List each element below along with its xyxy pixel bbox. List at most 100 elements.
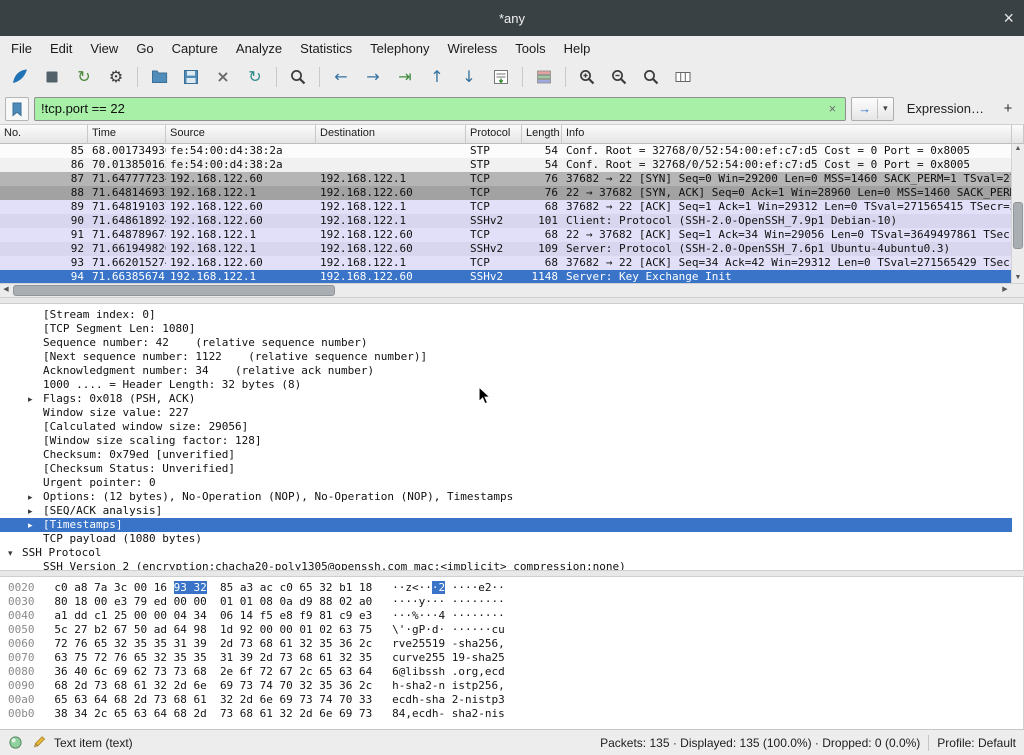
hex-row-0090[interactable]: 0090 68 2d 73 68 61 32 2d 6e 69 73 74 70… [8,679,1012,693]
packet-list-horizontal-scrollbar[interactable]: ◀ ▶ [0,283,1024,297]
packet-row-91[interactable]: 9171.648789678192.168.122.1192.168.122.6… [0,228,1011,242]
detail-row-8[interactable]: [Calculated window size: 29056] [0,420,1012,434]
scroll-up-icon[interactable]: ▲ [1012,144,1024,154]
status-profile[interactable]: Profile: Default [937,736,1016,750]
detail-row-9[interactable]: [Window size scaling factor: 128] [0,434,1012,448]
packet-row-85[interactable]: 8568.001734936fe:54:00:d4:38:2aSTP54Conf… [0,144,1011,158]
hex-row-0030[interactable]: 0030 80 18 00 e3 79 ed 00 00 01 01 08 0a… [8,595,1012,609]
detail-row-7[interactable]: Window size value: 227 [0,406,1012,420]
zoom-in-button[interactable] [572,64,602,90]
capture-comment-icon[interactable] [31,735,46,750]
hex-row-0050[interactable]: 0050 5c 27 b2 67 50 ad 64 98 1d 92 00 00… [8,623,1012,637]
detail-row-0[interactable]: [Stream index: 0] [0,308,1012,322]
go-to-packet-button[interactable]: ⇥ [390,64,420,90]
save-file-button[interactable] [176,64,206,90]
hex-row-0080[interactable]: 0080 36 40 6c 69 62 73 73 68 2e 6f 72 67… [8,665,1012,679]
zoom-out-button[interactable] [604,64,634,90]
detail-row-3[interactable]: [Next sequence number: 1122 (relative se… [0,350,1012,364]
detail-row-16[interactable]: TCP payload (1080 bytes) [0,532,1012,546]
column-header-source[interactable]: Source [166,125,316,144]
find-packet-button[interactable] [283,64,313,90]
detail-row-1[interactable]: [TCP Segment Len: 1080] [0,322,1012,336]
hex-row-0020[interactable]: 0020 c0 a8 7a 3c 00 16 93 32 85 a3 ac c0… [8,581,1012,595]
add-filter-button[interactable]: + [997,98,1019,120]
filter-apply-arrow-icon[interactable]: → [852,101,877,116]
go-back-button[interactable]: ← [326,64,356,90]
packet-list-hscroll-thumb[interactable] [13,285,335,296]
detail-row-6[interactable]: ▸Flags: 0x018 (PSH, ACK) [0,392,1012,406]
packet-list-vertical-scrollbar[interactable]: ▲ ▼ [1011,144,1024,283]
details-bytes-splitter[interactable] [0,570,1024,577]
menu-edit[interactable]: Edit [41,38,81,59]
expert-info-icon[interactable] [8,735,23,750]
packet-row-87[interactable]: 8771.647777234192.168.122.60192.168.122.… [0,172,1011,186]
expand-arrow-icon[interactable]: ▸ [28,393,33,406]
go-last-packet-button[interactable]: ↓ [454,64,484,90]
collapse-arrow-icon[interactable]: ▾ [8,547,13,560]
packet-row-89[interactable]: 8971.648191037192.168.122.60192.168.122.… [0,200,1011,214]
menu-wireless[interactable]: Wireless [438,38,506,59]
filter-clear-icon[interactable]: × [826,101,840,116]
close-file-button[interactable]: × [208,64,238,90]
column-header-protocol[interactable]: Protocol [466,125,522,144]
hex-row-0040[interactable]: 0040 a1 dd c1 25 00 00 04 34 06 14 f5 e8… [8,609,1012,623]
scroll-left-icon[interactable]: ◀ [0,284,12,297]
list-details-splitter[interactable] [0,297,1024,304]
detail-row-18[interactable]: SSH Version 2 (encryption:chacha20-poly1… [0,560,1012,570]
menu-statistics[interactable]: Statistics [291,38,361,59]
start-capture-button[interactable] [5,64,35,90]
hex-row-00a0[interactable]: 00a0 65 63 64 68 2d 73 68 61 32 2d 6e 69… [8,693,1012,707]
detail-row-2[interactable]: Sequence number: 42 (relative sequence n… [0,336,1012,350]
expand-arrow-icon[interactable]: ▸ [28,519,33,532]
stop-capture-button[interactable] [37,64,67,90]
packet-row-90[interactable]: 9071.648618924192.168.122.60192.168.122.… [0,214,1011,228]
detail-row-15[interactable]: ▸[Timestamps] [0,518,1012,532]
detail-row-5[interactable]: 1000 .... = Header Length: 32 bytes (8) [0,378,1012,392]
display-filter-input[interactable]: !tcp.port == 22 × [34,97,846,121]
detail-row-4[interactable]: Acknowledgment number: 34 (relative ack … [0,364,1012,378]
hex-row-0060[interactable]: 0060 72 76 65 32 35 35 31 39 2d 73 68 61… [8,637,1012,651]
detail-row-12[interactable]: Urgent pointer: 0 [0,476,1012,490]
column-header-time[interactable]: Time [88,125,166,144]
hex-row-0070[interactable]: 0070 63 75 72 76 65 32 35 35 31 39 2d 73… [8,651,1012,665]
detail-row-11[interactable]: [Checksum Status: Unverified] [0,462,1012,476]
colorize-packets-button[interactable] [529,64,559,90]
menu-file[interactable]: File [2,38,41,59]
menu-help[interactable]: Help [555,38,600,59]
filter-bookmark-button[interactable] [5,97,29,121]
zoom-reset-button[interactable] [636,64,666,90]
packet-list-scroll-thumb[interactable] [1013,202,1023,249]
column-header-destination[interactable]: Destination [316,125,466,144]
detail-row-10[interactable]: Checksum: 0x79ed [unverified] [0,448,1012,462]
window-close-button[interactable]: × [1003,0,1014,36]
menu-telephony[interactable]: Telephony [361,38,438,59]
packet-row-88[interactable]: 8871.648146932192.168.122.1192.168.122.6… [0,186,1011,200]
menu-tools[interactable]: Tools [506,38,554,59]
scroll-right-icon[interactable]: ▶ [999,284,1011,297]
detail-row-13[interactable]: ▸Options: (12 bytes), No-Operation (NOP)… [0,490,1012,504]
expression-button[interactable]: Expression… [899,101,992,116]
reload-file-button[interactable]: ↻ [240,64,270,90]
filter-dropdown-icon[interactable]: ▾ [878,103,893,114]
detail-row-14[interactable]: ▸[SEQ/ACK analysis] [0,504,1012,518]
packet-row-92[interactable]: 9271.661949820192.168.122.1192.168.122.6… [0,242,1011,256]
go-first-packet-button[interactable]: ↑ [422,64,452,90]
menu-view[interactable]: View [81,38,127,59]
packet-row-86[interactable]: 8670.013850163fe:54:00:d4:38:2aSTP54Conf… [0,158,1011,172]
column-header-no[interactable]: No. [0,125,88,144]
packet-row-94[interactable]: 9471.663856741192.168.122.1192.168.122.6… [0,270,1011,283]
menu-capture[interactable]: Capture [163,38,227,59]
auto-scroll-button[interactable] [486,64,516,90]
detail-row-17[interactable]: ▾SSH Protocol [0,546,1012,560]
resize-columns-button[interactable] [668,64,698,90]
expand-arrow-icon[interactable]: ▸ [28,505,33,518]
packet-row-93[interactable]: 9371.662015274192.168.122.60192.168.122.… [0,256,1011,270]
restart-capture-button[interactable]: ↻ [69,64,99,90]
hex-row-00b0[interactable]: 00b0 38 34 2c 65 63 64 68 2d 73 68 61 32… [8,707,1012,721]
open-file-button[interactable] [144,64,174,90]
column-header-length[interactable]: Length [522,125,562,144]
go-forward-button[interactable]: → [358,64,388,90]
filter-apply-button[interactable]: → ▾ [851,97,894,121]
column-header-info[interactable]: Info [562,125,1012,144]
scroll-down-icon[interactable]: ▼ [1012,273,1024,283]
